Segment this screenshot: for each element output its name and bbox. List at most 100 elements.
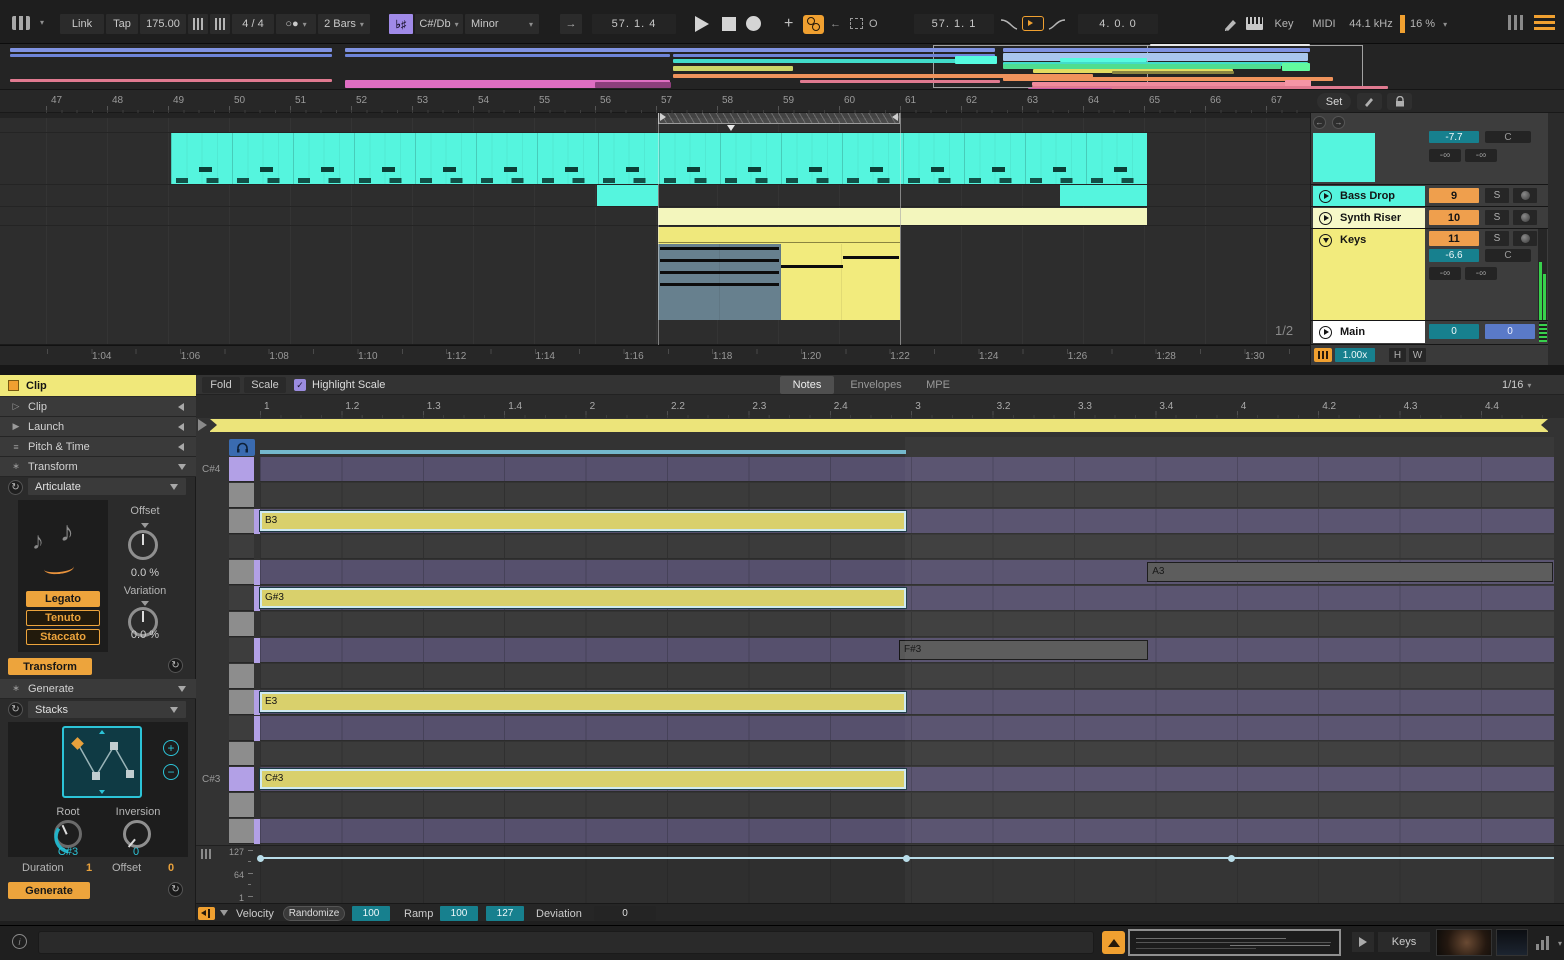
groove-button[interactable]: ○●▾ — [276, 14, 316, 34]
track-unfold-icon[interactable] — [1319, 234, 1332, 247]
transform-refresh-icon[interactable]: ↻ — [168, 658, 183, 673]
solo-button[interactable]: S — [1485, 231, 1509, 246]
draw-locator-button[interactable] — [1357, 93, 1382, 110]
midi-note-selected-B3[interactable]: B3 — [260, 511, 906, 531]
piano-key-C4[interactable] — [229, 483, 254, 508]
audio-clip-cyan-small[interactable] — [597, 185, 658, 206]
capture-button[interactable]: O — [869, 14, 878, 34]
track-width-button[interactable]: W — [1409, 348, 1426, 362]
key-map-button[interactable]: Key — [1268, 14, 1300, 34]
track-volume-field[interactable]: -6.6 — [1429, 249, 1479, 262]
piano-key-B2[interactable] — [229, 819, 254, 844]
add-voice-button[interactable]: + — [163, 740, 179, 756]
velocity-marker[interactable] — [257, 855, 264, 862]
lane-selector-icon[interactable] — [201, 849, 213, 859]
collapse-icon[interactable] — [178, 403, 184, 411]
remove-voice-button[interactable]: − — [163, 764, 179, 780]
tap-button[interactable]: Tap — [106, 14, 138, 34]
piano-key-A#3[interactable] — [229, 535, 254, 560]
chevron-down-icon[interactable]: ▾ — [1558, 939, 1562, 948]
overview-clip-segment[interactable] — [800, 80, 1000, 83]
track-number[interactable]: 9 — [1429, 188, 1479, 203]
piano-roll-lane-C4[interactable] — [260, 483, 1554, 508]
clip-color-swatch[interactable] — [8, 380, 19, 391]
overview-clip-segment[interactable] — [595, 82, 671, 88]
transform-tool-menu[interactable]: Articulate — [28, 478, 186, 495]
generate-tool-menu[interactable]: Stacks — [28, 701, 186, 718]
overview-clip-segment[interactable] — [345, 54, 670, 57]
scrollbar-vertical[interactable] — [1548, 113, 1564, 365]
section-launch[interactable]: ▶Launch — [0, 417, 196, 437]
gen-offset-value[interactable]: 0 — [168, 862, 174, 874]
overview-clip-segment[interactable] — [1003, 77, 1333, 81]
track-header-keys[interactable]: Keys — [1313, 229, 1425, 320]
track-pan-field[interactable]: C — [1485, 131, 1531, 143]
piano-roll-lane-C#4[interactable] — [260, 457, 1554, 482]
piano-key-G#3[interactable] — [229, 586, 254, 611]
device-thumbnail[interactable] — [1436, 929, 1492, 956]
clip-tab[interactable]: Clip — [0, 375, 196, 396]
track-number[interactable]: 10 — [1429, 210, 1479, 225]
clip-keys[interactable] — [658, 227, 900, 320]
overview-clip-segment[interactable] — [1282, 63, 1310, 71]
loop-toggle[interactable] — [1022, 16, 1044, 31]
lock-envelopes-button[interactable] — [1387, 93, 1412, 110]
overview-clip-segment[interactable] — [1112, 71, 1234, 74]
overview-clip-segment[interactable] — [955, 56, 997, 64]
expand-icon[interactable] — [178, 464, 186, 470]
section-clip[interactable]: ▷Clip — [0, 397, 196, 417]
piano-roll-lane-D#3[interactable] — [260, 716, 1554, 741]
punch-in-icon[interactable] — [1000, 17, 1018, 31]
overview-clip-segment[interactable] — [673, 59, 956, 63]
computer-midi-keyboard-button[interactable] — [1246, 17, 1263, 30]
track-send-a[interactable]: -∞ — [1429, 149, 1461, 162]
levels-icon[interactable] — [1536, 936, 1550, 950]
stacks-graphic[interactable] — [62, 726, 142, 798]
collapse-icon[interactable] — [178, 423, 184, 431]
nav-next-button[interactable]: → — [1332, 116, 1345, 129]
nudge-up-button[interactable] — [210, 14, 230, 34]
arm-button[interactable] — [1513, 188, 1537, 203]
track-header-bass-drop[interactable]: Bass Drop — [1313, 186, 1425, 206]
root-value[interactable]: C#3 — [38, 846, 98, 858]
generate-apply-button[interactable]: Generate — [8, 882, 90, 899]
track-header-main[interactable]: Main — [1313, 321, 1425, 343]
section-transform[interactable]: ∗Transform — [0, 457, 196, 477]
tenuto-button[interactable]: Tenuto — [26, 610, 100, 626]
ramp-from-field[interactable]: 100 — [440, 906, 478, 921]
piano-key-B3[interactable] — [229, 509, 254, 534]
inversion-value[interactable]: 0 — [106, 846, 166, 858]
overview-clip-segment[interactable] — [1003, 48, 1310, 52]
chevron-down-icon[interactable] — [220, 910, 228, 916]
randomize-amount-field[interactable]: 100 — [352, 906, 390, 921]
scale-toggle[interactable]: ♭♯ — [389, 14, 413, 34]
piano-key-C#4[interactable] — [229, 457, 254, 482]
arrangement-area[interactable] — [0, 113, 1310, 345]
midi-note-selected-E3[interactable]: E3 — [260, 692, 906, 712]
set-locator-button[interactable]: Set — [1317, 93, 1351, 110]
device-play-button[interactable] — [1352, 932, 1374, 952]
duration-value[interactable]: 1 — [86, 862, 92, 874]
clip-overview-scroller[interactable] — [1128, 929, 1341, 956]
link-button[interactable]: Link — [60, 14, 104, 34]
punch-out-icon[interactable] — [1048, 17, 1066, 31]
device-title[interactable]: Keys — [1378, 932, 1430, 952]
piano-key-C#3[interactable] — [229, 767, 254, 792]
piano-roll-lane-B2[interactable] — [260, 819, 1554, 844]
overview-clip-segment[interactable] — [673, 54, 995, 57]
midi-note-F#3[interactable]: F#3 — [899, 640, 1148, 660]
draw-mode-button[interactable] — [1222, 15, 1240, 33]
arrangement-loop-brace[interactable] — [658, 113, 900, 124]
nav-prev-button[interactable]: ← — [1313, 116, 1326, 129]
root-knob[interactable] — [54, 820, 82, 848]
piano-key-G3[interactable] — [229, 612, 254, 637]
show-device-panel-button[interactable] — [1102, 931, 1125, 954]
overview-clip-segment[interactable] — [345, 48, 995, 52]
inversion-knob[interactable] — [123, 820, 151, 848]
piano-key-C3[interactable] — [229, 793, 254, 818]
device-thumbnail[interactable] — [1496, 929, 1528, 956]
piano-roll[interactable]: C#4C#3B3G#3E3C#3F#3A3 — [196, 375, 1564, 845]
ramp-to-field[interactable]: 127 — [486, 906, 524, 921]
punch-region-icon[interactable] — [850, 18, 863, 29]
record-button[interactable] — [746, 16, 761, 31]
